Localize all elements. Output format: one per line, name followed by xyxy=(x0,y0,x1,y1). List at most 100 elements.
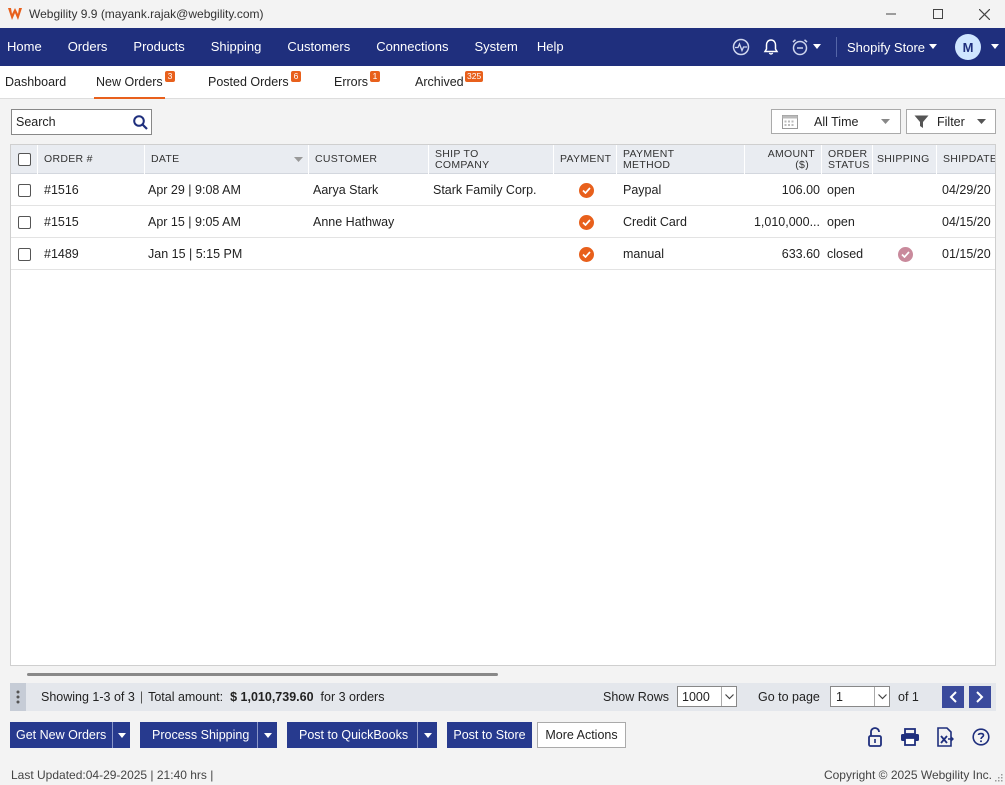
header-label: PAYMENT xyxy=(560,153,612,165)
chevron-down-icon[interactable] xyxy=(991,44,999,50)
main-nav: Home Orders Products Shipping Customers … xyxy=(0,28,1005,66)
grid-header: ORDER # DATE CUSTOMER SHIP TO COMPANY PA… xyxy=(11,145,995,174)
post-to-quickbooks-menu[interactable] xyxy=(417,722,437,748)
order-date: Apr 29 | 9:08 AM xyxy=(148,183,241,197)
column-header-date[interactable]: DATE xyxy=(145,145,309,174)
search-input[interactable]: Search xyxy=(12,115,129,129)
nav-shipping[interactable]: Shipping xyxy=(198,28,275,66)
user-avatar[interactable]: M xyxy=(955,34,981,60)
tab-label: New Orders xyxy=(96,75,163,89)
column-header-amount[interactable]: AMOUNT ($) xyxy=(745,145,822,174)
tab-dashboard[interactable]: Dashboard xyxy=(5,66,66,99)
column-header-shipdate[interactable]: SHIPDATE xyxy=(937,145,995,174)
post-to-quickbooks-label: Post to QuickBooks xyxy=(299,728,409,742)
row-checkbox[interactable] xyxy=(18,215,31,229)
horizontal-scrollbar[interactable] xyxy=(27,673,498,676)
column-header-payment-method[interactable]: PAYMENT METHOD xyxy=(617,145,745,174)
help-button[interactable] xyxy=(970,726,992,748)
get-new-orders-menu[interactable] xyxy=(112,722,130,748)
search-box[interactable]: Search xyxy=(11,109,152,135)
goto-page-toggle[interactable] xyxy=(874,687,889,706)
process-shipping-label: Process Shipping xyxy=(152,728,250,742)
nav-help[interactable]: Help xyxy=(531,28,577,66)
date-range-dropdown[interactable]: All Time xyxy=(771,109,901,134)
table-row[interactable]: #1516 Apr 29 | 9:08 AM Aarya Stark Stark Fa… xyxy=(11,174,995,206)
header-label: CUSTOMER xyxy=(315,153,378,165)
order-amount: 1,010,000... xyxy=(753,215,820,229)
nav-home[interactable]: Home xyxy=(0,28,55,66)
nav-customers[interactable]: Customers xyxy=(274,28,363,66)
sort-desc-icon xyxy=(294,157,303,162)
scheduler-button[interactable] xyxy=(786,28,826,66)
order-number[interactable]: #1516 xyxy=(44,174,79,206)
row-checkbox[interactable] xyxy=(18,183,31,197)
tab-new-orders[interactable]: New Orders 3 xyxy=(94,66,175,99)
chevron-down-icon xyxy=(877,693,887,699)
nav-orders[interactable]: Orders xyxy=(55,28,121,66)
column-header-customer[interactable]: CUSTOMER xyxy=(309,145,429,174)
store-selector[interactable]: Shopify Store xyxy=(847,40,937,55)
print-button[interactable] xyxy=(899,726,921,748)
tab-errors[interactable]: Errors 1 xyxy=(334,66,380,99)
select-all-cell xyxy=(11,145,38,174)
goto-page-select[interactable]: 1 xyxy=(830,686,890,707)
post-to-store-button[interactable]: Post to Store xyxy=(447,722,532,748)
table-row[interactable]: #1489 Jan 15 | 5:15 PM manual 633.60 closed 0… xyxy=(11,238,995,270)
maximize-button[interactable] xyxy=(915,0,961,28)
row-checkbox[interactable] xyxy=(18,247,31,261)
date-range-value: All Time xyxy=(814,114,859,129)
alarm-clock-icon xyxy=(792,39,808,56)
chevron-down-icon xyxy=(724,693,734,699)
payment-received-icon xyxy=(579,182,594,198)
activity-button[interactable] xyxy=(726,28,756,66)
payment-method: Paypal xyxy=(623,183,662,197)
nav-divider xyxy=(835,37,837,57)
post-to-quickbooks-button[interactable]: Post to QuickBooks xyxy=(287,722,437,748)
notifications-button[interactable] xyxy=(756,28,786,66)
posted-orders-badge: 6 xyxy=(291,71,301,82)
search-button[interactable] xyxy=(129,114,151,130)
get-new-orders-button[interactable]: Get New Orders xyxy=(10,722,130,748)
order-number[interactable]: #1515 xyxy=(44,206,79,238)
filter-icon xyxy=(914,115,929,128)
nav-connections[interactable]: Connections xyxy=(363,28,461,66)
next-page-button[interactable] xyxy=(969,686,991,708)
more-actions-button[interactable]: More Actions xyxy=(537,722,626,748)
show-rows-toggle[interactable] xyxy=(721,687,736,706)
store-name: Shopify Store xyxy=(846,39,925,55)
show-rows-select[interactable]: 1000 xyxy=(677,686,737,707)
nav-system[interactable]: System xyxy=(461,28,530,66)
nav-products[interactable]: Products xyxy=(120,28,197,66)
close-icon xyxy=(978,8,990,20)
tab-posted-orders[interactable]: Posted Orders 6 xyxy=(208,66,301,99)
new-orders-badge: 3 xyxy=(165,71,175,82)
filter-dropdown[interactable]: Filter xyxy=(906,109,996,134)
minimize-button[interactable] xyxy=(868,0,914,28)
column-chooser-grip[interactable] xyxy=(10,683,26,711)
post-to-store-label: Post to Store xyxy=(453,728,526,742)
column-header-ship-to-company[interactable]: SHIP TO COMPANY xyxy=(429,145,554,174)
column-header-order[interactable]: ORDER # xyxy=(38,145,145,174)
export-excel-button[interactable] xyxy=(934,726,956,748)
unlock-button[interactable] xyxy=(864,726,886,748)
process-shipping-menu[interactable] xyxy=(257,722,277,748)
process-shipping-button[interactable]: Process Shipping xyxy=(140,722,277,748)
header-label: DATE xyxy=(151,153,180,165)
prev-page-button[interactable] xyxy=(942,686,964,708)
header-label: SHIP TO xyxy=(435,147,479,160)
tab-label: Errors xyxy=(334,75,369,89)
status-bar: Last Updated:04-29-2025 | 21:40 hrs | Co… xyxy=(0,766,1005,785)
resize-grip-icon[interactable] xyxy=(995,774,1003,782)
column-header-shipping[interactable]: SHIPPING xyxy=(873,145,937,174)
table-row[interactable]: #1515 Apr 15 | 9:05 AM Anne Hathway Credit … xyxy=(11,206,995,238)
order-amount: 106.00 xyxy=(781,183,820,197)
show-rows-label: Show Rows xyxy=(603,690,669,704)
select-all-checkbox[interactable] xyxy=(17,153,31,166)
column-header-payment[interactable]: PAYMENT xyxy=(554,145,617,174)
close-button[interactable] xyxy=(961,0,1005,28)
title-bar: Webgility 9.9 (mayank.rajak@webgility.co… xyxy=(0,0,1005,28)
ship-to-company: Stark Family Corp. xyxy=(433,183,537,197)
tab-archived[interactable]: Archived 325 xyxy=(415,66,484,99)
order-number[interactable]: #1489 xyxy=(44,238,79,270)
column-header-order-status[interactable]: ORDER STATUS xyxy=(822,145,873,174)
